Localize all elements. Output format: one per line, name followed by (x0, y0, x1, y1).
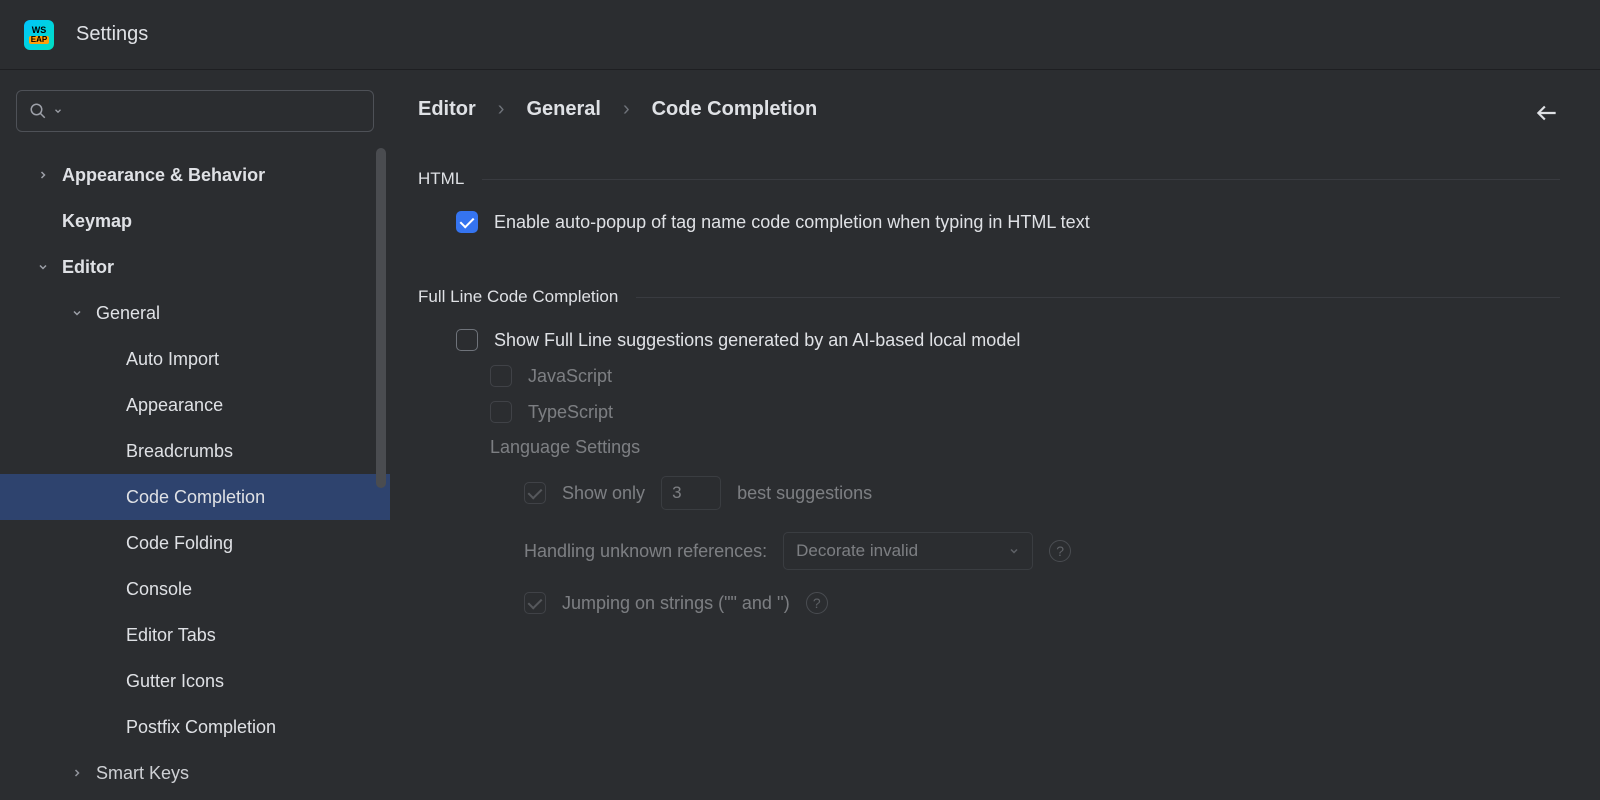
option-lang-javascript: JavaScript (418, 365, 1560, 387)
chevron-down-icon (71, 307, 83, 319)
tree-label: General (96, 303, 160, 324)
checkbox[interactable] (456, 329, 478, 351)
checkbox (524, 592, 546, 614)
arrow-left-icon (1534, 100, 1560, 126)
tree-label: Gutter Icons (126, 671, 224, 692)
tree-item-code-folding[interactable]: Code Folding (16, 520, 374, 566)
tree-item-editor[interactable]: Editor (16, 244, 374, 290)
tree-item-appearance[interactable]: Appearance (16, 382, 374, 428)
section-title: HTML (418, 169, 464, 189)
breadcrumb-editor[interactable]: Editor (418, 98, 476, 121)
search-input[interactable] (16, 90, 374, 132)
settings-tree: Appearance & Behavior Keymap Editor Gene… (16, 152, 374, 796)
tree-item-auto-import[interactable]: Auto Import (16, 336, 374, 382)
tree-label: Breadcrumbs (126, 441, 233, 462)
back-button[interactable] (1534, 100, 1560, 131)
tree-item-keymap[interactable]: Keymap (16, 198, 374, 244)
scrollbar-thumb[interactable] (376, 148, 386, 488)
help-icon: ? (1049, 540, 1071, 562)
chevron-right-icon (37, 169, 49, 181)
tree-label: Keymap (62, 211, 132, 232)
titlebar: WSEAP Settings (0, 0, 1600, 70)
divider (636, 297, 1560, 298)
breadcrumb: Editor › General › Code Completion (418, 98, 1560, 121)
tree-item-general[interactable]: General (16, 290, 374, 336)
label-pre: Show only (562, 483, 645, 504)
label-post: best suggestions (737, 483, 872, 504)
tree-item-appearance-behavior[interactable]: Appearance & Behavior (16, 152, 374, 198)
tree-item-editor-tabs[interactable]: Editor Tabs (16, 612, 374, 658)
tree-item-postfix-completion[interactable]: Postfix Completion (16, 704, 374, 750)
search-icon (29, 102, 47, 120)
tree-label: Editor Tabs (126, 625, 216, 646)
tree-label: Console (126, 579, 192, 600)
option-label: Jumping on strings ("" and '') (562, 593, 790, 614)
tree-label: Code Completion (126, 487, 265, 508)
tree-item-breadcrumbs[interactable]: Breadcrumbs (16, 428, 374, 474)
tree-label: Smart Keys (96, 763, 189, 784)
app-icon: WSEAP (24, 20, 54, 50)
help-icon: ? (806, 592, 828, 614)
option-jumping-strings: Jumping on strings ("" and '') ? (418, 592, 1560, 614)
option-show-fullline[interactable]: Show Full Line suggestions generated by … (418, 329, 1560, 351)
sidebar: Appearance & Behavior Keymap Editor Gene… (0, 70, 390, 800)
option-handling-unknown: Handling unknown references: Decorate in… (418, 532, 1560, 570)
window-title: Settings (76, 23, 148, 46)
checkbox[interactable] (456, 211, 478, 233)
tree-label: Editor (62, 257, 114, 278)
chevron-right-icon (71, 767, 83, 779)
breadcrumb-general[interactable]: General (526, 98, 600, 121)
tree-item-smart-keys[interactable]: Smart Keys (16, 750, 374, 796)
checkbox (524, 482, 546, 504)
option-html-autopopup[interactable]: Enable auto-popup of tag name code compl… (418, 211, 1560, 233)
tree-label: Appearance & Behavior (62, 165, 265, 186)
option-lang-typescript: TypeScript (418, 401, 1560, 423)
option-label: Show Full Line suggestions generated by … (494, 330, 1020, 351)
chevron-down-icon (1008, 545, 1020, 557)
section-fullline: Full Line Code Completion (418, 287, 1560, 307)
tree-item-console[interactable]: Console (16, 566, 374, 612)
best-suggestions-input (661, 476, 721, 510)
main-panel: Editor › General › Code Completion HTML … (390, 70, 1600, 800)
chevron-down-icon (53, 106, 63, 116)
select-value: Decorate invalid (796, 541, 918, 561)
option-label: Enable auto-popup of tag name code compl… (494, 212, 1090, 233)
tree-label: Code Folding (126, 533, 233, 554)
tree-item-code-completion[interactable]: Code Completion (0, 474, 390, 520)
chevron-right-icon: › (623, 98, 630, 121)
section-title: Full Line Code Completion (418, 287, 618, 307)
tree-item-gutter-icons[interactable]: Gutter Icons (16, 658, 374, 704)
tree-label: Appearance (126, 395, 223, 416)
divider (482, 179, 1560, 180)
checkbox (490, 365, 512, 387)
section-html: HTML (418, 169, 1560, 189)
option-label: JavaScript (528, 366, 612, 387)
option-label: TypeScript (528, 402, 613, 423)
language-settings-label: Language Settings (418, 437, 1560, 458)
handling-select: Decorate invalid (783, 532, 1033, 570)
option-show-only: Show only best suggestions (418, 476, 1560, 510)
chevron-down-icon (37, 261, 49, 273)
chevron-right-icon: › (498, 98, 505, 121)
checkbox (490, 401, 512, 423)
breadcrumb-code-completion: Code Completion (652, 98, 818, 121)
tree-label: Auto Import (126, 349, 219, 370)
label: Handling unknown references: (524, 541, 767, 562)
tree-label: Postfix Completion (126, 717, 276, 738)
